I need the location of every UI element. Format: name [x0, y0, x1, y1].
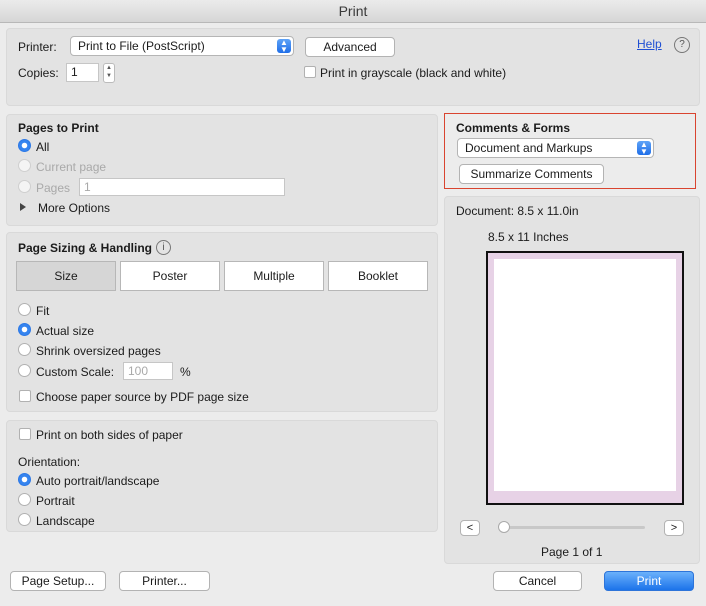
- actual-size-label: Actual size: [36, 324, 95, 338]
- help-icon[interactable]: ?: [674, 37, 690, 53]
- comments-select-value: Document and Markups: [465, 141, 593, 155]
- duplex-checkbox[interactable]: [19, 428, 31, 440]
- window-title: Print: [338, 3, 368, 19]
- paper-source-checkbox[interactable]: [19, 390, 31, 402]
- page-slider-thumb[interactable]: [498, 521, 510, 533]
- comments-forms-title: Comments & Forms: [456, 121, 571, 135]
- orientation-title: Orientation:: [18, 455, 81, 469]
- copies-label: Copies:: [18, 66, 59, 80]
- advanced-button[interactable]: Advanced: [305, 37, 395, 57]
- page-sizing-panel: [6, 232, 438, 412]
- summarize-comments-button[interactable]: Summarize Comments: [459, 164, 604, 184]
- page-sizing-title: Page Sizing & Handling: [18, 241, 153, 255]
- landscape-radio[interactable]: [18, 513, 31, 526]
- pages-range-input[interactable]: 1: [79, 178, 285, 196]
- next-page-button[interactable]: >: [664, 520, 684, 536]
- page-indicator: Page 1 of 1: [541, 545, 603, 559]
- page-setup-button[interactable]: Page Setup...: [10, 571, 106, 591]
- disclosure-triangle-icon[interactable]: [20, 203, 26, 211]
- printer-select[interactable]: Print to File (PostScript) ▲ ▼: [70, 36, 294, 56]
- shrink-radio[interactable]: [18, 343, 31, 356]
- pages-current-radio[interactable]: [18, 159, 31, 172]
- tab-poster[interactable]: Poster: [120, 261, 220, 291]
- previous-page-button[interactable]: <: [460, 520, 480, 536]
- tab-multiple[interactable]: Multiple: [224, 261, 324, 291]
- custom-scale-input[interactable]: 100: [123, 362, 173, 380]
- pages-all-radio[interactable]: [18, 139, 31, 152]
- printer-select-value: Print to File (PostScript): [78, 39, 205, 53]
- custom-scale-label: Custom Scale:: [36, 365, 115, 379]
- popup-arrows-icon: ▲ ▼: [277, 39, 291, 54]
- pages-range-label: Pages: [36, 181, 71, 195]
- tab-size[interactable]: Size: [16, 261, 116, 291]
- cancel-button[interactable]: Cancel: [493, 571, 582, 591]
- duplex-label: Print on both sides of paper: [36, 428, 183, 442]
- popup-arrows-icon: ▲ ▼: [637, 141, 651, 156]
- copies-input[interactable]: 1: [66, 63, 99, 82]
- auto-orientation-radio[interactable]: [18, 473, 31, 486]
- percent-label: %: [180, 365, 191, 379]
- page-preview: [486, 251, 684, 505]
- portrait-label: Portrait: [36, 494, 75, 508]
- more-options-label[interactable]: More Options: [38, 201, 110, 215]
- pages-current-label: Current page: [36, 160, 107, 174]
- page-preview-printable-area: [494, 259, 676, 491]
- pages-all-label: All: [36, 140, 50, 154]
- printer-button[interactable]: Printer...: [119, 571, 210, 591]
- shrink-label: Shrink oversized pages: [36, 344, 161, 358]
- grayscale-checkbox[interactable]: [304, 66, 316, 78]
- paper-source-label: Choose paper source by PDF page size: [36, 390, 249, 404]
- window-title-bar: Print: [0, 0, 706, 23]
- grayscale-label: Print in grayscale (black and white): [320, 66, 507, 80]
- copies-stepper[interactable]: ▲ ▼: [103, 63, 115, 83]
- comments-select[interactable]: Document and Markups ▲ ▼: [457, 138, 654, 158]
- tab-booklet[interactable]: Booklet: [328, 261, 428, 291]
- print-button[interactable]: Print: [604, 571, 694, 591]
- pages-to-print-title: Pages to Print: [18, 121, 99, 135]
- landscape-label: Landscape: [36, 514, 95, 528]
- printer-label: Printer:: [18, 40, 57, 54]
- custom-scale-radio[interactable]: [18, 364, 31, 377]
- help-link[interactable]: Help: [637, 37, 662, 51]
- actual-size-radio[interactable]: [18, 323, 31, 336]
- fit-label: Fit: [36, 304, 50, 318]
- pages-range-radio[interactable]: [18, 180, 31, 193]
- auto-orientation-label: Auto portrait/landscape: [36, 474, 160, 488]
- info-icon[interactable]: i: [156, 240, 171, 255]
- document-size-label: Document: 8.5 x 11.0in: [456, 204, 579, 218]
- fit-radio[interactable]: [18, 303, 31, 316]
- paper-size-label: 8.5 x 11 Inches: [488, 230, 569, 244]
- page-slider-track[interactable]: [502, 526, 645, 529]
- portrait-radio[interactable]: [18, 493, 31, 506]
